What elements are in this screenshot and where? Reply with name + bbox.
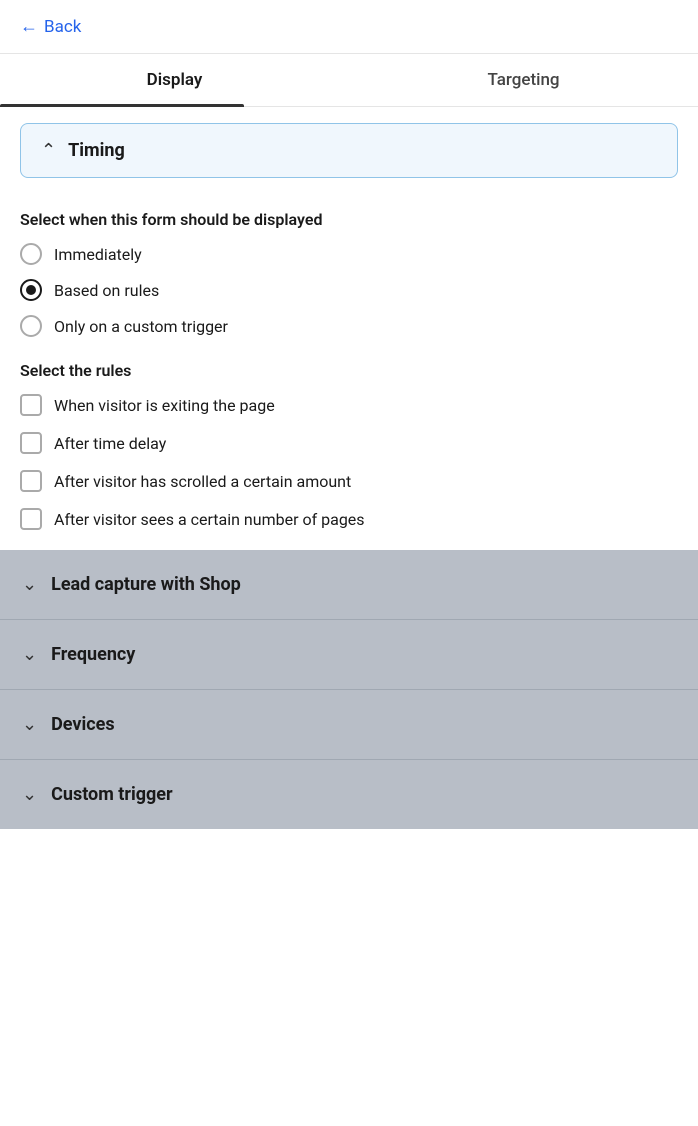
radio-circle-based-on-rules [20, 279, 42, 301]
radio-based-on-rules[interactable]: Based on rules [20, 279, 678, 301]
radio-label-based-on-rules: Based on rules [54, 281, 159, 300]
checkbox-square-exit-page [20, 394, 42, 416]
checkbox-group: When visitor is exiting the page After t… [20, 394, 678, 530]
collapsed-frequency[interactable]: ⌄ Frequency [0, 620, 698, 690]
main-content: ⌃ Timing Select when this form should be… [0, 123, 698, 829]
radio-circle-custom-trigger [20, 315, 42, 337]
tab-display[interactable]: Display [0, 54, 349, 106]
radio-label-custom-trigger: Only on a custom trigger [54, 317, 228, 336]
chevron-down-icon-custom-trigger: ⌄ [22, 784, 37, 805]
checkbox-square-time-delay [20, 432, 42, 454]
chevron-down-icon-frequency: ⌄ [22, 644, 37, 665]
checkbox-square-scrolled [20, 470, 42, 492]
radio-circle-immediately [20, 243, 42, 265]
select-rules-label: Select the rules [20, 361, 678, 380]
header: ← Back [0, 0, 698, 54]
collapsed-custom-trigger[interactable]: ⌄ Custom trigger [0, 760, 698, 829]
select-display-label: Select when this form should be displaye… [20, 210, 678, 229]
radio-custom-trigger[interactable]: Only on a custom trigger [20, 315, 678, 337]
timing-title: Timing [68, 140, 125, 161]
checkbox-scrolled[interactable]: After visitor has scrolled a certain amo… [20, 470, 678, 492]
collapsed-lead-capture[interactable]: ⌄ Lead capture with Shop [0, 550, 698, 620]
checkbox-time-delay[interactable]: After time delay [20, 432, 678, 454]
timing-header[interactable]: ⌃ Timing [21, 124, 677, 177]
chevron-up-icon: ⌃ [41, 140, 56, 161]
checkbox-label-time-delay: After time delay [54, 434, 166, 453]
collapsed-title-custom-trigger: Custom trigger [51, 784, 173, 805]
collapsed-title-frequency: Frequency [51, 644, 135, 665]
collapsed-devices[interactable]: ⌄ Devices [0, 690, 698, 760]
checkbox-label-exit-page: When visitor is exiting the page [54, 396, 275, 415]
chevron-down-icon-devices: ⌄ [22, 714, 37, 735]
back-button[interactable]: ← Back [20, 16, 81, 37]
checkbox-label-pages-seen: After visitor sees a certain number of p… [54, 510, 365, 529]
back-label: Back [44, 17, 81, 37]
timing-section: ⌃ Timing [20, 123, 678, 178]
radio-group: Immediately Based on rules Only on a cus… [20, 243, 678, 337]
form-body: Select when this form should be displaye… [0, 194, 698, 550]
collapsed-sections: ⌄ Lead capture with Shop ⌄ Frequency ⌄ D… [0, 550, 698, 829]
back-arrow-icon: ← [20, 16, 38, 37]
checkbox-label-scrolled: After visitor has scrolled a certain amo… [54, 472, 351, 491]
checkbox-exit-page[interactable]: When visitor is exiting the page [20, 394, 678, 416]
radio-immediately[interactable]: Immediately [20, 243, 678, 265]
tabs: Display Targeting [0, 54, 698, 107]
collapsed-title-lead-capture: Lead capture with Shop [51, 574, 241, 595]
checkbox-pages-seen[interactable]: After visitor sees a certain number of p… [20, 508, 678, 530]
tab-targeting[interactable]: Targeting [349, 54, 698, 106]
checkbox-square-pages-seen [20, 508, 42, 530]
collapsed-title-devices: Devices [51, 714, 115, 735]
radio-label-immediately: Immediately [54, 245, 142, 264]
chevron-down-icon-lead-capture: ⌄ [22, 574, 37, 595]
